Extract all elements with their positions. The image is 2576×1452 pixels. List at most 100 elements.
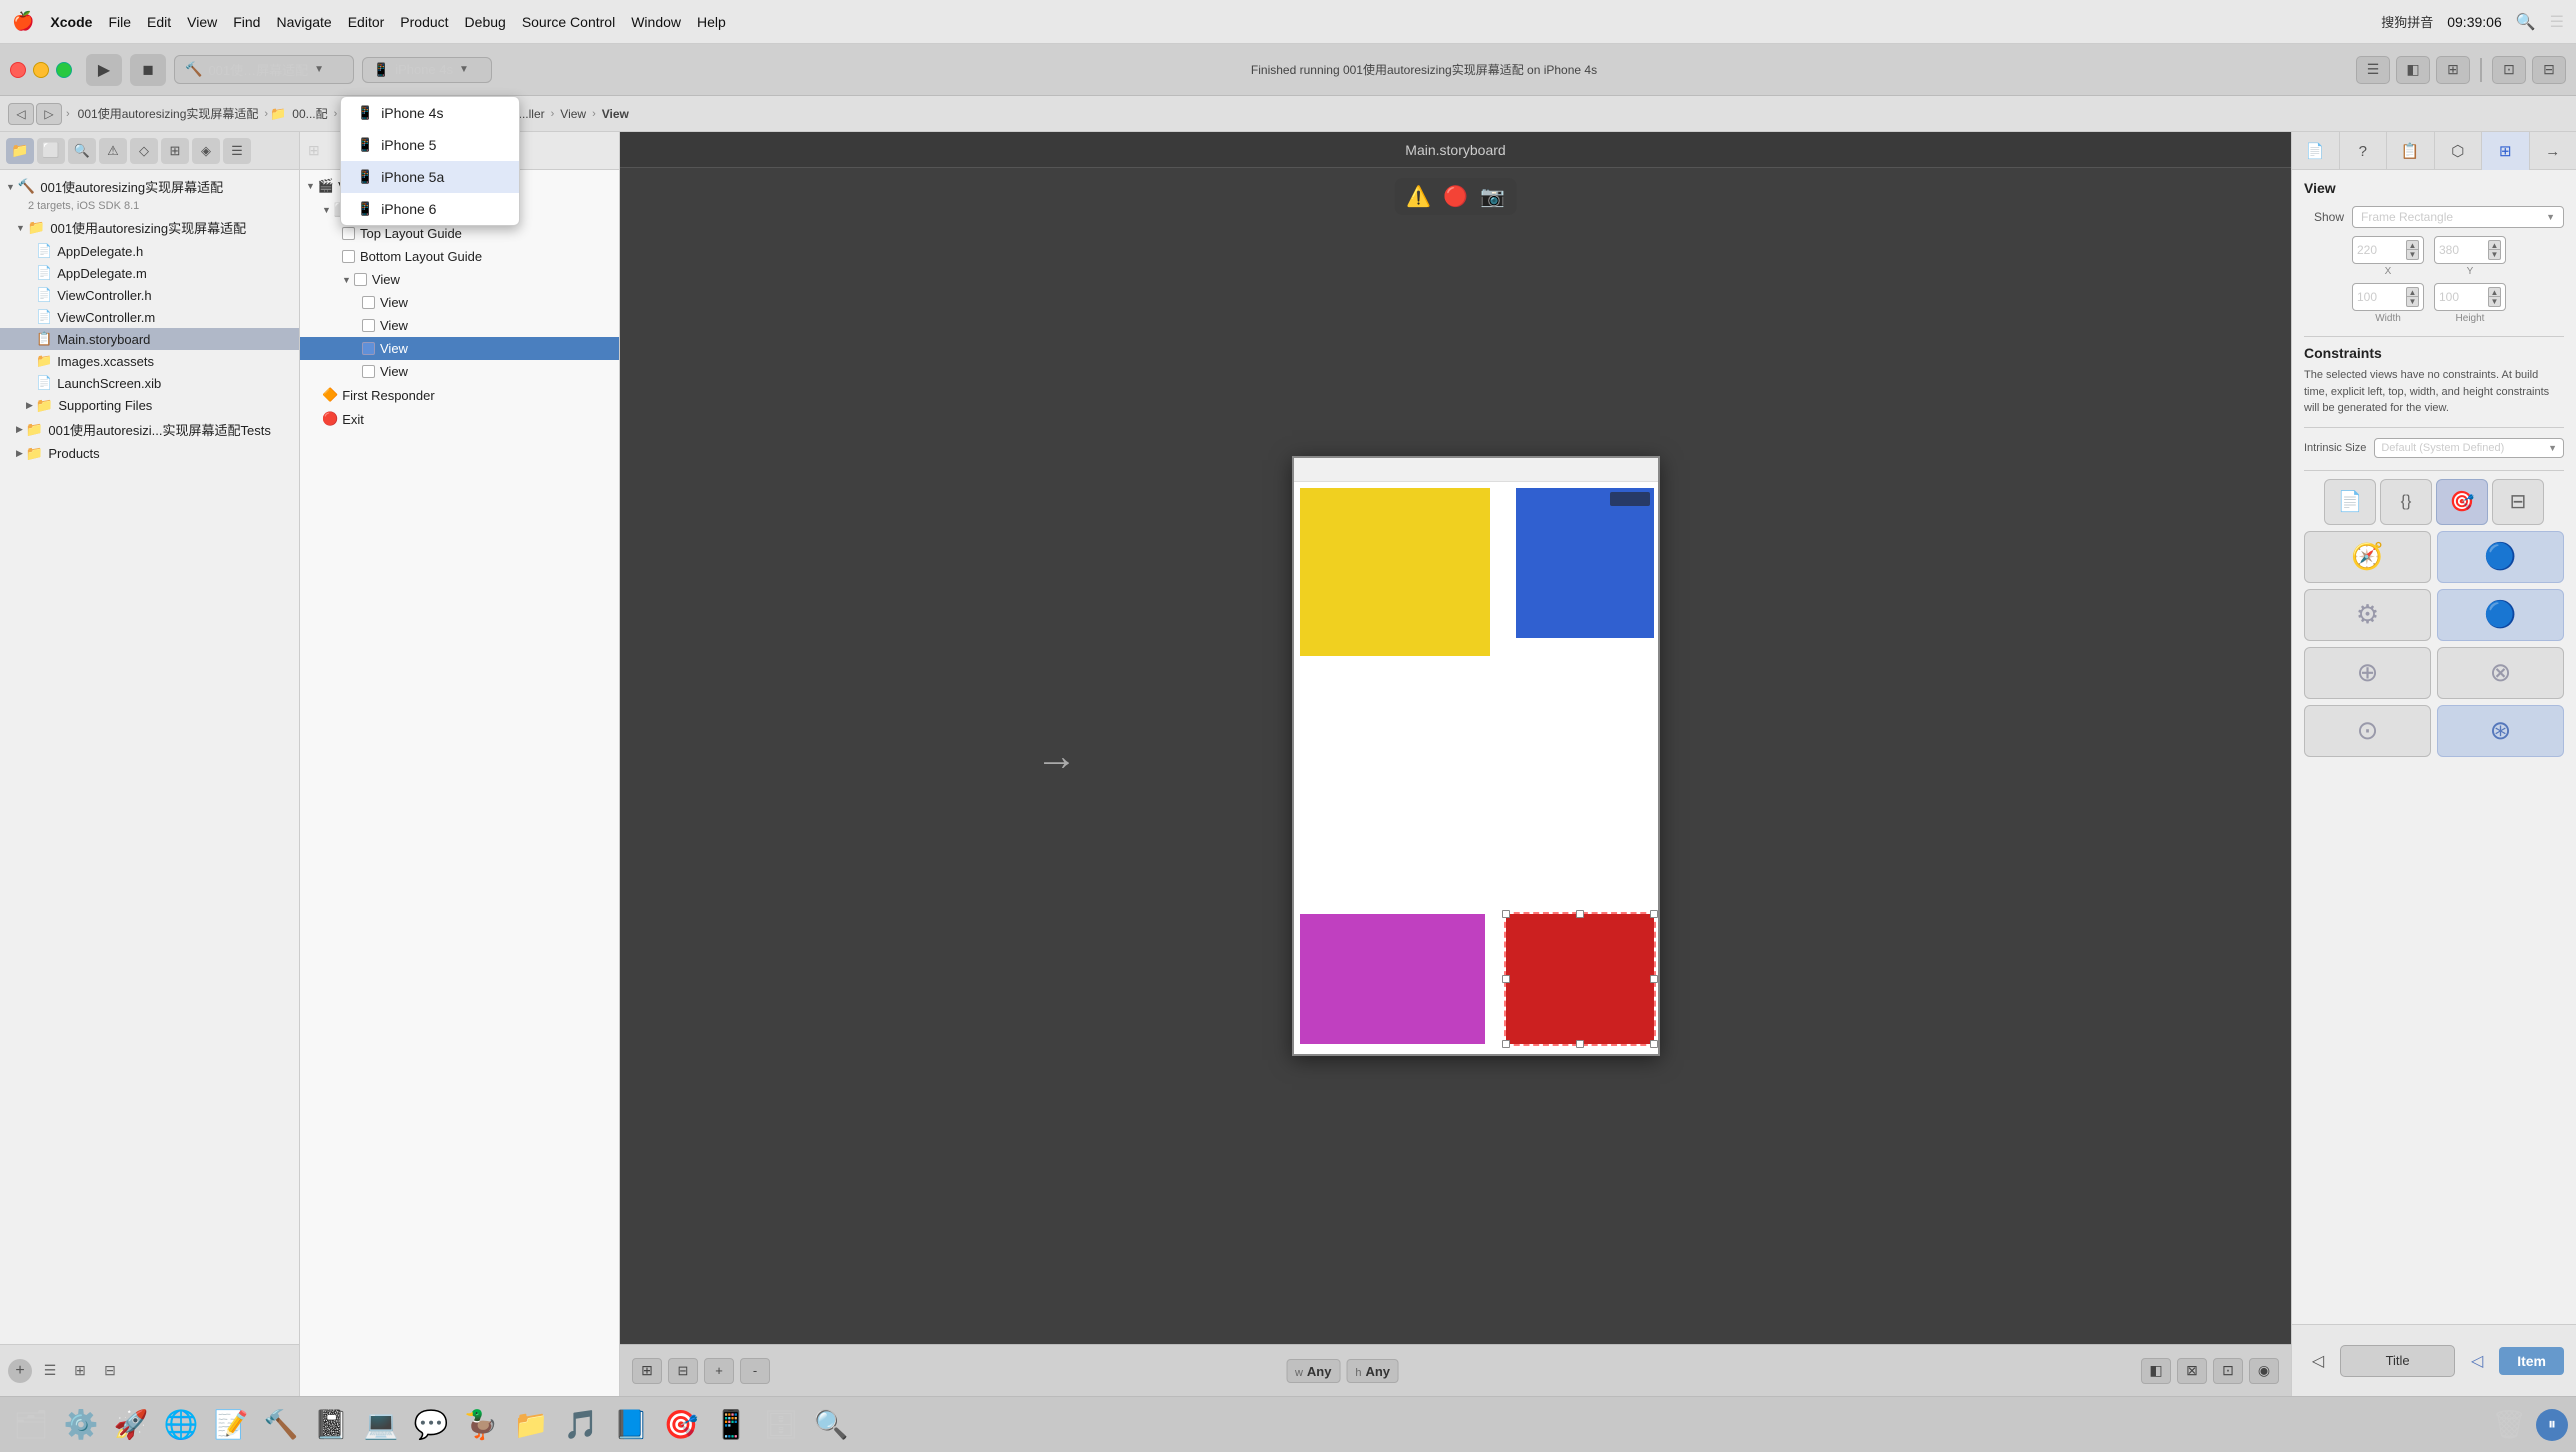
dock-notes[interactable]: 📝 [208, 1402, 254, 1448]
constraint-obj-icon[interactable]: 🔴 [1443, 184, 1468, 209]
dock-onenote[interactable]: 📓 [308, 1402, 354, 1448]
inspector-grid-icon-6[interactable]: ⊗ [2437, 647, 2564, 699]
run-button[interactable]: ▶ [86, 54, 122, 86]
resize-handle-bc[interactable] [1576, 1040, 1584, 1048]
test-nav-icon[interactable]: ◇ [130, 138, 158, 164]
zoom-fit-btn[interactable]: ⊟ [668, 1358, 698, 1384]
canvas-resolve-btn[interactable]: ◉ [2249, 1358, 2279, 1384]
group-item[interactable]: ▼ 📁 001使用autoresizing实现屏幕适配 [0, 215, 299, 240]
y-step-up[interactable]: ▲ [2488, 240, 2501, 250]
utilities-panel-toggle[interactable]: ⊡ [2492, 56, 2526, 84]
canvas-align-btn[interactable]: ⊡ [2213, 1358, 2243, 1384]
assistant-editor-toggle[interactable]: ⊞ [2436, 56, 2470, 84]
h-input[interactable]: 100 ▲ ▼ [2434, 283, 2506, 311]
file-images-xcassets[interactable]: 📁 Images.xcassets [0, 350, 299, 372]
dock-safari[interactable]: 🌐 [158, 1402, 204, 1448]
minimize-button[interactable] [33, 62, 49, 78]
file-appdelegate-m[interactable]: 📄 AppDelegate.m [0, 262, 299, 284]
scene-item-view-2[interactable]: View [300, 314, 619, 337]
dock-finder[interactable]: 🗂 [8, 1402, 54, 1448]
menu-debug[interactable]: Debug [465, 14, 506, 30]
x-step-down[interactable]: ▼ [2406, 250, 2419, 260]
iphone-frame[interactable] [1292, 456, 1660, 1056]
inspector-grid-icon-2[interactable]: 🔵 [2437, 531, 2564, 583]
menu-source-control[interactable]: Source Control [522, 14, 615, 30]
scheme-selector[interactable]: 🔨 001使…屏幕适配 ▼ [174, 55, 354, 84]
menu-xcode[interactable]: Xcode [50, 14, 92, 30]
resize-handle-ml[interactable] [1502, 975, 1510, 983]
resize-handle-br[interactable] [1650, 1040, 1658, 1048]
search-nav-icon[interactable]: 🔍 [68, 138, 96, 164]
zoom-in-btn[interactable]: + [704, 1358, 734, 1384]
x-step-up[interactable]: ▲ [2406, 240, 2419, 250]
wany-btn[interactable]: w Any [1286, 1359, 1340, 1383]
inspector-grid-icon-5[interactable]: ⊕ [2304, 647, 2431, 699]
dock-spotlight[interactable]: 🔍 [808, 1402, 854, 1448]
menu-find[interactable]: Find [233, 14, 260, 30]
intrinsic-selector[interactable]: Default (System Defined) ▼ [2374, 438, 2564, 458]
dock-trash[interactable]: 🗑 [2486, 1402, 2532, 1448]
x-input[interactable]: 220 ▲ ▼ [2352, 236, 2424, 264]
title-button[interactable]: Title [2340, 1345, 2455, 1377]
close-button[interactable] [10, 62, 26, 78]
inspector-grid-icon-8[interactable]: ⊛ [2437, 705, 2564, 757]
project-root-item[interactable]: ▼ 🔨 001使autoresizing实现屏幕适配 [0, 174, 299, 199]
breadcrumb-item-1[interactable]: 001使用autoresizing实现屏幕适配 [74, 103, 263, 124]
show-selector[interactable]: Frame Rectangle ▼ [2352, 206, 2564, 228]
folder-supporting-files[interactable]: ▶ 📁 Supporting Files [0, 394, 299, 417]
y-input[interactable]: 380 ▲ ▼ [2434, 236, 2506, 264]
tab-connections[interactable]: → [2530, 132, 2576, 170]
item-badge[interactable]: Item [2499, 1347, 2564, 1375]
file-launchscreen-xib[interactable]: 📄 LaunchScreen.xib [0, 372, 299, 394]
tab-size[interactable]: ⊞ [2482, 132, 2530, 170]
dock-simulator[interactable]: 📱 [708, 1402, 754, 1448]
scene-item-view-parent[interactable]: ▼ View [300, 268, 619, 291]
zoom-out-btn[interactable]: - [740, 1358, 770, 1384]
folder-tests[interactable]: ▶ 📁 001使用autoresizi...实现屏幕适配Tests [0, 417, 299, 442]
folder-products[interactable]: ▶ 📁 Products [0, 442, 299, 465]
device-option-iphone6[interactable]: 📱 iPhone 6 [341, 193, 519, 225]
inspector-layout-tab[interactable]: ⊟ [2492, 479, 2544, 525]
arrange-icon[interactable]: ⊟ [98, 1359, 122, 1383]
hany-btn[interactable]: h Any [1346, 1359, 1399, 1383]
stop-button[interactable]: ◼ [130, 54, 166, 86]
scene-item-exit[interactable]: 🔴 Exit [300, 407, 619, 431]
inspector-grid-icon-7[interactable]: ⊙ [2304, 705, 2431, 757]
left-panel-collapse-btn[interactable]: ◁ [2304, 1347, 2332, 1375]
filter-icon[interactable]: ☰ [38, 1359, 62, 1383]
notification-icon[interactable]: ☰ [2550, 12, 2564, 32]
resize-handle-mr[interactable] [1650, 975, 1658, 983]
device-option-iphone5[interactable]: 📱 iPhone 5 [341, 129, 519, 161]
menu-help[interactable]: Help [697, 14, 726, 30]
inspector-back-btn[interactable]: ◁ [2463, 1347, 2491, 1375]
dock-xcode[interactable]: 🔨 [258, 1402, 304, 1448]
view-purple[interactable] [1300, 914, 1485, 1044]
file-main-storyboard[interactable]: 📋 Main.storyboard [0, 328, 299, 350]
folder-nav-icon[interactable]: 📁 [6, 138, 34, 164]
dock-word[interactable]: 📘 [608, 1402, 654, 1448]
device-selector[interactable]: 📱 iPhone 4s ▼ [362, 57, 492, 83]
breakpoint-nav-icon[interactable]: ◈ [192, 138, 220, 164]
inspector-target-tab[interactable]: 🎯 [2436, 479, 2488, 525]
warning-obj-icon[interactable]: ⚠️ [1406, 184, 1431, 209]
w-input[interactable]: 100 ▲ ▼ [2352, 283, 2424, 311]
nav-back-btn[interactable]: ◁ [8, 103, 34, 125]
source-control-nav-icon[interactable]: ⬜ [37, 138, 65, 164]
pause-indicator[interactable]: ⏸ [2536, 1409, 2568, 1441]
w-step-down[interactable]: ▼ [2406, 297, 2419, 307]
dock-cyberduck[interactable]: 🦆 [458, 1402, 504, 1448]
debug-panel-toggle[interactable]: ⊟ [2532, 56, 2566, 84]
breadcrumb-item-8[interactable]: View [598, 105, 633, 123]
inspector-file-tab[interactable]: 📄 [2324, 479, 2376, 525]
resize-handle-bl[interactable] [1502, 1040, 1510, 1048]
scene-item-view-3-selected[interactable]: View [300, 337, 619, 360]
inspector-grid-icon-1[interactable]: 🧭 [2304, 531, 2431, 583]
tab-quick-help[interactable]: ? [2340, 132, 2388, 170]
add-scene-btn[interactable]: ⊞ [632, 1358, 662, 1384]
dock-messages[interactable]: 💬 [408, 1402, 454, 1448]
resize-handle-tc[interactable] [1576, 910, 1584, 918]
file-appdelegate-h[interactable]: 📄 AppDelegate.h [0, 240, 299, 262]
menu-window[interactable]: Window [631, 14, 681, 30]
file-viewcontroller-h[interactable]: 📄 ViewController.h [0, 284, 299, 306]
dock-settings[interactable]: ⚙️ [58, 1402, 104, 1448]
